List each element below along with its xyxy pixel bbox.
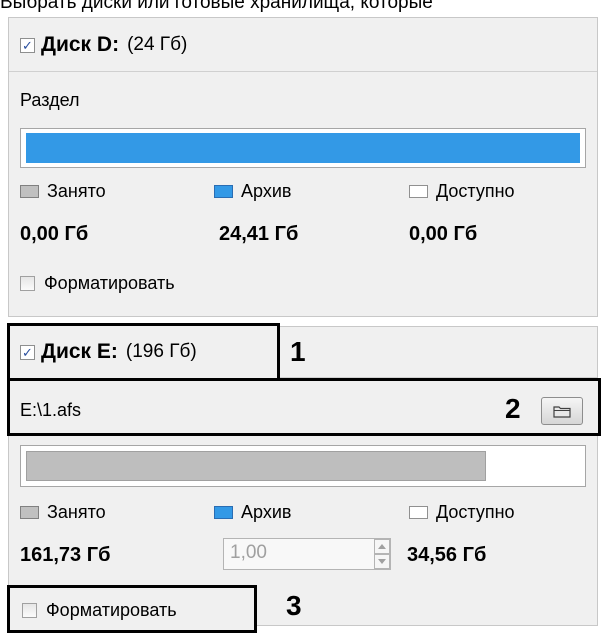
legend-used-swatch <box>20 185 39 198</box>
disk-e-used-value: 161,73 Гб <box>20 544 111 566</box>
annotation-number-1: 1 <box>290 336 306 367</box>
disk-d-name: Диск D <box>41 33 113 56</box>
spin-down-button[interactable] <box>374 554 390 569</box>
browse-button[interactable] <box>541 397 583 425</box>
disk-d-archive-value: 24,41 Гб <box>219 223 299 245</box>
disk-d-format-checkbox[interactable] <box>20 276 35 291</box>
disk-e-format-option[interactable]: Форматировать <box>22 600 177 621</box>
section-label: Раздел <box>20 90 80 110</box>
disk-e-name: Диск E <box>41 340 111 363</box>
check-icon: ✓ <box>22 344 33 360</box>
divider <box>9 71 597 72</box>
check-icon: ✓ <box>22 37 33 53</box>
legend-archive-swatch <box>214 506 233 519</box>
legend-archive: Архив <box>214 181 291 202</box>
disk-e-format-label: Форматировать <box>46 600 177 620</box>
disk-e-checkbox[interactable]: ✓ <box>20 344 35 360</box>
disk-d-format-label: Форматировать <box>44 273 175 293</box>
disk-e-usage-bar <box>20 445 586 487</box>
spin-up-button[interactable] <box>374 539 390 554</box>
chevron-down-icon <box>378 559 386 564</box>
annotation-number-2: 2 <box>505 393 521 424</box>
disk-e-available-value: 34,56 Гб <box>407 544 487 566</box>
disk-e-size: (196 Гб) <box>125 341 197 362</box>
disk-e-path-field[interactable]: E:\1.afs <box>20 400 81 421</box>
annotation-box-1: ✓ Диск E : (196 Гб) <box>7 323 280 381</box>
legend-used: Занято <box>20 502 106 523</box>
annotation-number-3: 3 <box>286 590 302 621</box>
disk-d-archive-fill <box>26 133 580 163</box>
disk-d-available-value: 0,00 Гб <box>409 223 478 245</box>
disk-d-checkbox[interactable]: ✓ <box>20 37 35 53</box>
legend-archive: Архив <box>214 502 291 523</box>
disk-d-size: (24 Гб) <box>127 34 188 55</box>
disk-d-format-option[interactable]: Форматировать <box>20 273 175 294</box>
annotation-box-3: Форматировать <box>7 585 257 633</box>
legend-used: Занято <box>20 181 106 202</box>
legend-available: Доступно <box>409 502 515 523</box>
folder-icon <box>553 405 571 418</box>
legend-available: Доступно <box>409 181 515 202</box>
disk-d-panel: ✓ Диск D : (24 Гб) Раздел Занято Архив Д… <box>8 17 598 317</box>
disk-e-archive-spin-input[interactable]: 1,00 <box>223 538 391 570</box>
chevron-up-icon <box>378 544 386 549</box>
disk-d-usage-bar <box>20 128 586 168</box>
disk-e-format-checkbox[interactable] <box>22 603 37 618</box>
legend-available-swatch <box>409 506 428 519</box>
legend-available-swatch <box>409 185 428 198</box>
header-text: Выбрать диски или готовые хранилища, кот… <box>0 0 433 13</box>
legend-archive-swatch <box>214 185 233 198</box>
annotation-box-2: E:\1.afs 2 <box>7 378 601 436</box>
disk-d-used-value: 0,00 Гб <box>20 223 89 245</box>
disk-e-used-fill <box>26 451 486 481</box>
legend-used-swatch <box>20 506 39 519</box>
